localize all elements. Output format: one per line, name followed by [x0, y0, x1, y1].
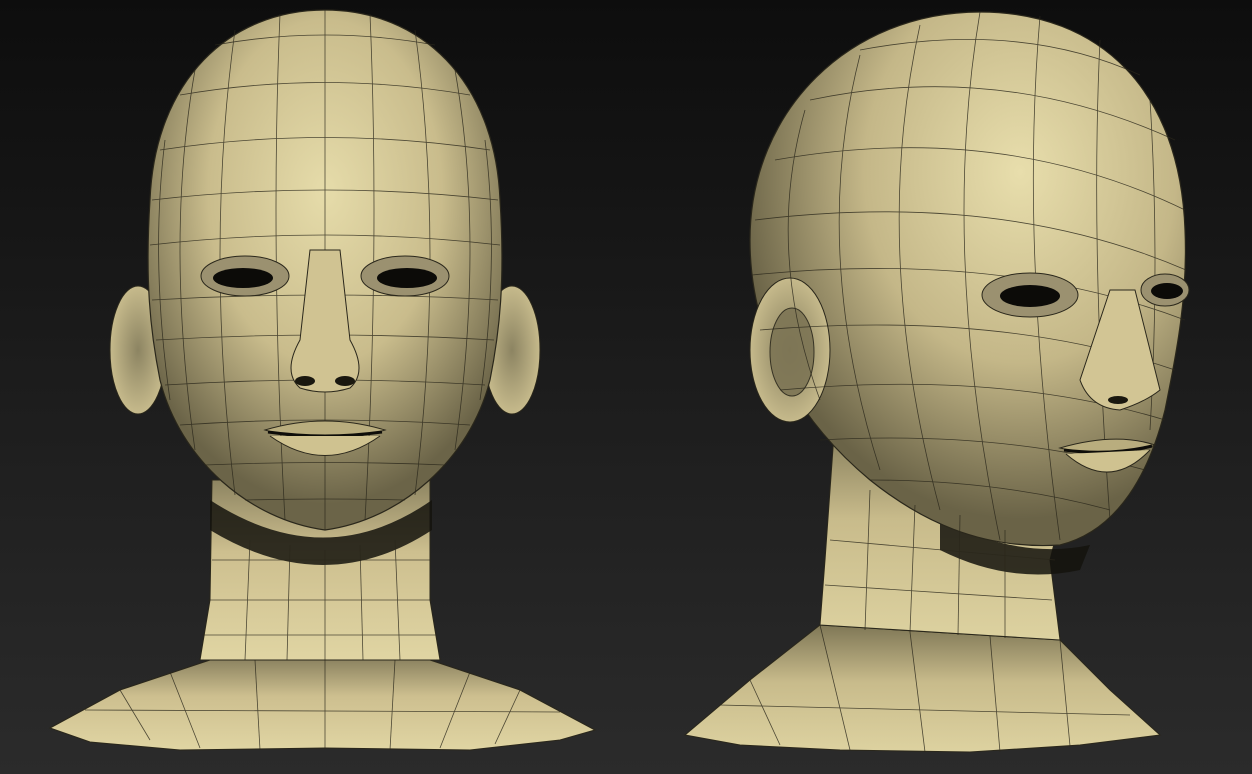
three-quarter-head-svg [683, 11, 1190, 753]
front-head-svg [48, 9, 597, 751]
three-quarter-head-render [640, 0, 1252, 774]
viewport[interactable] [0, 0, 1252, 774]
front-head-render [0, 0, 640, 774]
